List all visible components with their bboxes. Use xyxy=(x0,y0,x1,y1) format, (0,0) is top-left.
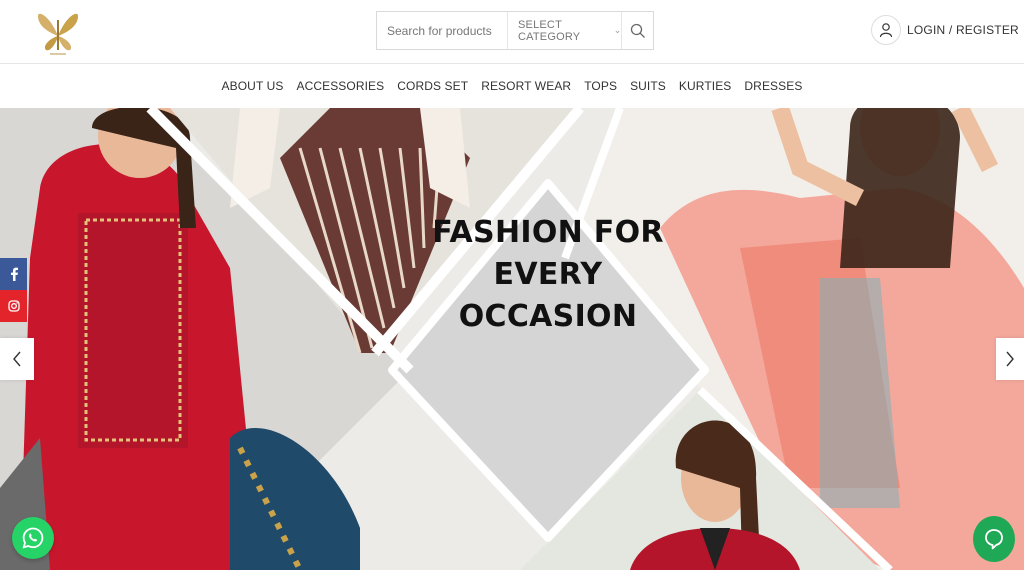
site-header: SELECT CATEGORY ⌄ LOGIN / REGISTER xyxy=(0,0,1024,64)
chat-bubble-icon xyxy=(985,529,1003,550)
slider-prev-button[interactable] xyxy=(0,338,34,380)
category-select[interactable]: SELECT CATEGORY ⌄ xyxy=(507,12,621,49)
nav-item-suits[interactable]: SUITS xyxy=(630,79,666,93)
hero-headline-line-3: OCCASION xyxy=(458,299,638,334)
login-register-link[interactable]: LOGIN / REGISTER xyxy=(871,15,1019,45)
slider-next-button[interactable] xyxy=(996,338,1024,380)
login-register-label: LOGIN / REGISTER xyxy=(907,23,1019,37)
hero-collage-image xyxy=(0,108,1024,570)
hero-headline: FASHION FOR EVERY OCCASION xyxy=(398,212,698,338)
hero-headline-line-2: EVERY xyxy=(493,257,603,292)
main-nav: ABOUT US ACCESSORIES CORDS SET RESORT WE… xyxy=(0,64,1024,108)
nav-item-cords-set[interactable]: CORDS SET xyxy=(397,79,468,93)
search-button[interactable] xyxy=(621,12,653,49)
facebook-icon xyxy=(10,267,18,281)
search-icon xyxy=(630,23,645,38)
nav-item-tops[interactable]: TOPS xyxy=(584,79,617,93)
nav-item-kurties[interactable]: KURTIES xyxy=(679,79,732,93)
search-input[interactable] xyxy=(377,12,507,49)
chevron-left-icon xyxy=(13,351,21,367)
user-icon xyxy=(871,15,901,45)
facebook-share-button[interactable] xyxy=(0,258,27,290)
chevron-right-icon xyxy=(1006,351,1014,367)
nav-item-about-us[interactable]: ABOUT US xyxy=(222,79,284,93)
nav-item-dresses[interactable]: DRESSES xyxy=(744,79,802,93)
search-bar: SELECT CATEGORY ⌄ xyxy=(376,11,654,50)
hero-headline-line-1: FASHION FOR xyxy=(432,215,664,250)
brand-logo[interactable] xyxy=(32,6,84,58)
instagram-share-button[interactable] xyxy=(0,290,27,322)
live-chat-button[interactable] xyxy=(973,516,1015,562)
chevron-down-icon: ⌄ xyxy=(613,25,622,35)
hero-banner[interactable]: FASHION FOR EVERY OCCASION xyxy=(0,108,1024,570)
whatsapp-icon xyxy=(22,527,44,549)
nav-item-accessories[interactable]: ACCESSORIES xyxy=(296,79,384,93)
instagram-icon xyxy=(7,300,20,312)
nav-item-resort-wear[interactable]: RESORT WEAR xyxy=(481,79,571,93)
category-select-label: SELECT CATEGORY xyxy=(518,18,581,43)
whatsapp-button[interactable] xyxy=(12,517,54,559)
